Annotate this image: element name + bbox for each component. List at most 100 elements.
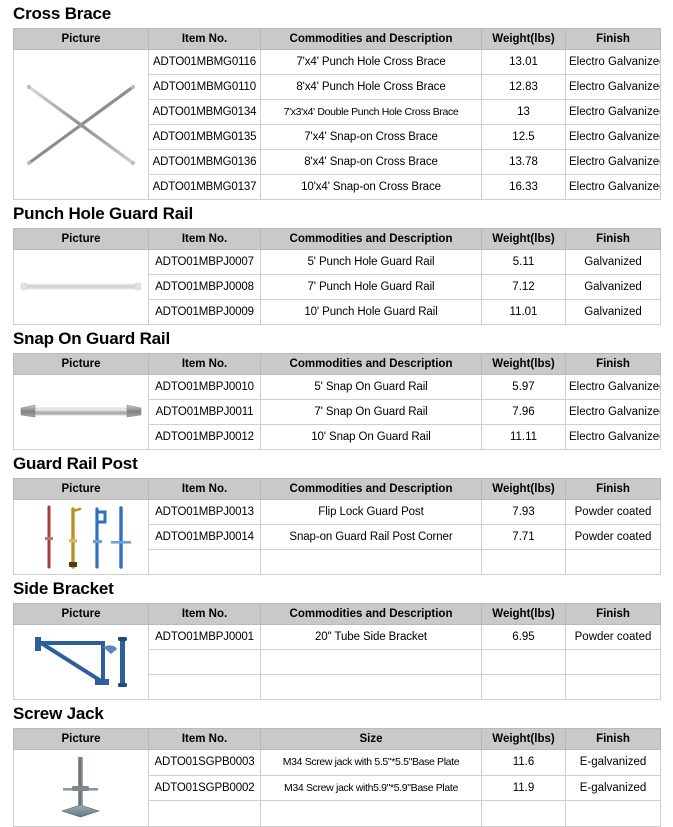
cell-item-no: ADTO01SGPB0003 — [148, 749, 261, 776]
product-picture — [17, 631, 145, 693]
cell-weight: 11.6 — [481, 749, 566, 776]
product-picture-cell — [13, 374, 149, 450]
spec-table: Picture Item No. Size Weight(lbs) Finish ADT… — [13, 728, 661, 827]
spec-table: Picture Item No. Commodities and Descripti… — [13, 28, 661, 200]
cell-weight: 11.01 — [481, 299, 566, 325]
table-header-row: Picture Item No. Commodities and Descripti… — [13, 228, 661, 250]
cell-weight: 7.71 — [481, 524, 566, 550]
cell-weight: 13.01 — [481, 49, 566, 75]
product-section: Punch Hole Guard Rail Picture Item No. Comm… — [0, 200, 673, 325]
column-header: Weight(lbs) — [481, 603, 566, 625]
table-row: ADTO01MBMG0116 7'x4' Punch Hole Cross Bra… — [13, 49, 661, 200]
cell-description: Snap-on Guard Rail Post Corner — [260, 524, 482, 550]
cell-description: M34 Screw jack with5.9"*5.9"Base Plate — [260, 774, 482, 802]
table-header-row: Picture Item No. Commodities and Descripti… — [13, 28, 661, 50]
column-header: Commodities and Description — [260, 478, 482, 500]
product-picture — [17, 261, 145, 313]
cell-item-no: ADTO01SGPB0002 — [148, 774, 261, 802]
section-title: Screw Jack — [13, 704, 104, 723]
cell-item-no: ADTO01MBMG0110 — [148, 74, 261, 100]
product-picture — [17, 386, 145, 438]
cell-item-no — [148, 674, 261, 700]
column-header: Finish — [565, 728, 661, 750]
punch-hole-guard-rail-icon — [20, 282, 142, 291]
cell-description: M34 Screw jack with 5.5"*5.5"Base Plate — [260, 749, 482, 776]
cell-description — [260, 674, 482, 700]
cell-weight: 11.11 — [481, 424, 566, 450]
section-title: Guard Rail Post — [13, 454, 138, 473]
column-header: Finish — [565, 353, 661, 375]
cell-weight: 12.83 — [481, 74, 566, 100]
cell-item-no: ADTO01MBMG0137 — [148, 174, 261, 200]
cell-description: 10' Punch Hole Guard Rail — [260, 299, 482, 325]
cell-finish — [565, 649, 661, 675]
cell-description: Flip Lock Guard Post — [260, 499, 482, 525]
column-header: Item No. — [148, 228, 261, 250]
table-row: ADTO01MBPJ0013 Flip Lock Guard Post 7.93 Po… — [13, 499, 661, 575]
cell-description: 7' Punch Hole Guard Rail — [260, 274, 482, 300]
cell-weight: 13.78 — [481, 149, 566, 175]
product-picture — [17, 503, 145, 571]
column-header: Picture — [13, 728, 149, 750]
product-section: Snap On Guard Rail Picture Item No. Commodi… — [0, 325, 673, 450]
cell-item-no: ADTO01MBMG0116 — [148, 49, 261, 75]
column-header: Picture — [13, 228, 149, 250]
column-header: Weight(lbs) — [481, 353, 566, 375]
cell-weight: 7.93 — [481, 499, 566, 525]
cell-description: 5' Punch Hole Guard Rail — [260, 249, 482, 275]
cell-item-no: ADTO01MBPJ0008 — [148, 274, 261, 300]
cell-item-no: ADTO01MBPJ0014 — [148, 524, 261, 550]
cell-finish: Electro Galvanized — [565, 374, 661, 400]
table-header-row: Picture Item No. Size Weight(lbs) Finish — [13, 728, 661, 750]
cell-finish: E-galvanized — [565, 774, 661, 802]
section-title: Side Bracket — [13, 579, 114, 598]
cell-weight — [481, 674, 566, 700]
cell-weight: 5.11 — [481, 249, 566, 275]
cell-item-no: ADTO01MBPJ0009 — [148, 299, 261, 325]
cell-description: 10'x4' Snap-on Cross Brace — [260, 174, 482, 200]
column-header: Finish — [565, 478, 661, 500]
cell-description: 7'x4' Snap-on Cross Brace — [260, 124, 482, 150]
section-title: Cross Brace — [13, 4, 111, 23]
spec-table: Picture Item No. Commodities and Descripti… — [13, 478, 661, 575]
cell-finish: Galvanized — [565, 274, 661, 300]
column-header: Picture — [13, 478, 149, 500]
cell-description: 20" Tube Side Bracket — [260, 624, 482, 650]
column-header: Finish — [565, 603, 661, 625]
spec-table: Picture Item No. Commodities and Descripti… — [13, 353, 661, 450]
cell-description — [260, 549, 482, 575]
column-header: Weight(lbs) — [481, 28, 566, 50]
cell-finish: Galvanized — [565, 299, 661, 325]
product-section: Side Bracket Picture Item No. Commodities a… — [0, 575, 673, 700]
cell-item-no: ADTO01MBPJ0011 — [148, 399, 261, 425]
cell-weight: 11.9 — [481, 774, 566, 802]
cell-description — [260, 649, 482, 675]
cell-finish: Electro Galvanized — [565, 424, 661, 450]
section-title: Punch Hole Guard Rail — [13, 204, 193, 223]
cell-weight: 16.33 — [481, 174, 566, 200]
column-header: Picture — [13, 28, 149, 50]
cell-weight — [481, 549, 566, 575]
table-header-row: Picture Item No. Commodities and Descripti… — [13, 478, 661, 500]
cell-finish: Electro Galvanized — [565, 149, 661, 175]
cell-finish: Electro Galvanized — [565, 399, 661, 425]
column-header: Weight(lbs) — [481, 478, 566, 500]
column-header: Finish — [565, 28, 661, 50]
product-picture-cell — [13, 499, 149, 575]
spec-table: Picture Item No. Commodities and Descripti… — [13, 228, 661, 325]
spec-sheet-page: Cross Brace Picture Item No. Commodities an… — [0, 0, 673, 827]
cell-description: 5' Snap On Guard Rail — [260, 374, 482, 400]
column-header: Commodities and Description — [260, 228, 482, 250]
cell-weight: 6.95 — [481, 624, 566, 650]
table-header-row: Picture Item No. Commodities and Descripti… — [13, 353, 661, 375]
cell-finish: E-galvanized — [565, 749, 661, 776]
column-header: Item No. — [148, 478, 261, 500]
product-picture — [17, 751, 145, 825]
column-header: Picture — [13, 353, 149, 375]
cell-finish: Galvanized — [565, 249, 661, 275]
column-header: Finish — [565, 228, 661, 250]
cell-item-no — [148, 649, 261, 675]
cell-finish: Electro Galvanized — [565, 49, 661, 75]
product-section: Cross Brace Picture Item No. Commodities an… — [0, 0, 673, 200]
cell-weight: 13 — [481, 99, 566, 125]
